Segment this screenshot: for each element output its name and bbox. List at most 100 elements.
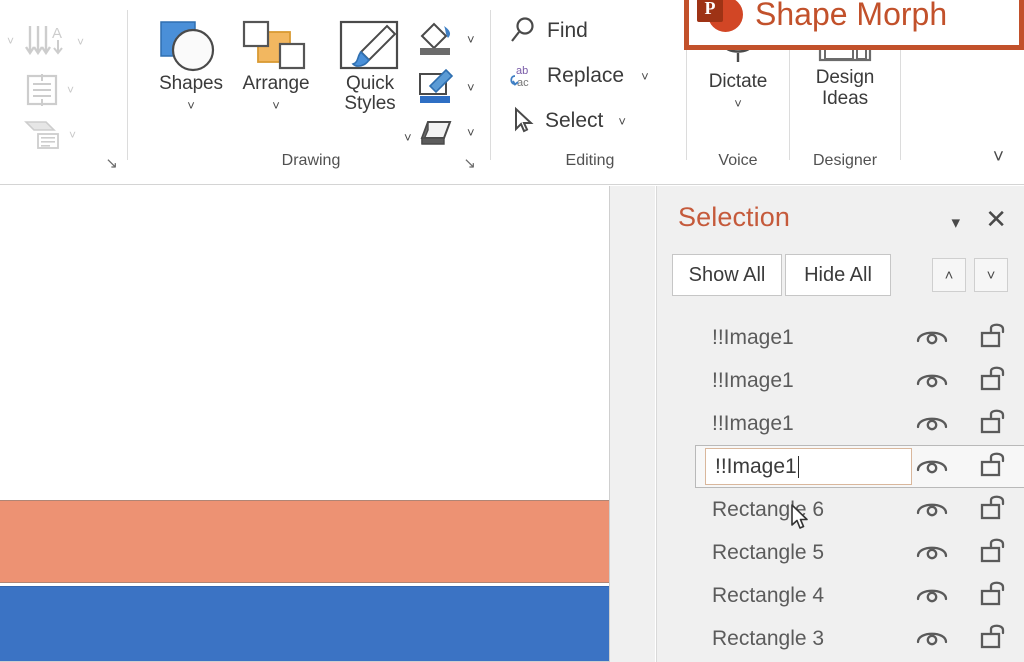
shape-effects-button[interactable]: ˅ — [418, 116, 475, 148]
selection-item-rename-input[interactable]: !!Image1 — [705, 448, 912, 485]
pane-options-caret-icon[interactable]: ▾ — [951, 213, 960, 233]
unlock-padlock-icon[interactable] — [979, 364, 1009, 392]
visibility-eye-icon[interactable] — [915, 324, 949, 346]
convert-to-smartart-icon — [24, 121, 59, 149]
toggle-lock-button[interactable] — [979, 579, 1009, 612]
search-icon — [511, 17, 534, 42]
toggle-lock-button[interactable] — [979, 493, 1009, 526]
visibility-eye-icon[interactable] — [915, 453, 949, 475]
selection-list-item[interactable]: !!Image1 — [657, 359, 1024, 402]
find-label: Find — [547, 19, 588, 42]
shape-outline-button[interactable]: ˅ — [416, 68, 475, 106]
slide-canvas[interactable] — [0, 186, 610, 662]
dictate-chevron-icon[interactable]: ˅ — [734, 97, 742, 110]
blue-rectangle-shape[interactable] — [0, 586, 609, 661]
quick-styles-chevron-icon[interactable]: ˅ — [404, 131, 412, 144]
selection-list-item[interactable]: !!Image1 — [657, 316, 1024, 359]
paragraph-dialog-launcher[interactable]: ↘ — [105, 156, 118, 171]
shape-outline-icon — [419, 68, 454, 103]
toggle-lock-button[interactable] — [979, 622, 1009, 655]
align-text-button[interactable]: ˅ — [24, 72, 74, 108]
toggle-lock-button[interactable] — [979, 364, 1009, 397]
move-down-button[interactable]: ˅ — [974, 258, 1008, 292]
text-direction-button[interactable]: A ˅ — [24, 22, 84, 62]
toggle-visibility-button[interactable] — [915, 582, 949, 609]
shape-fill-button[interactable]: ˅ — [416, 20, 475, 58]
toggle-visibility-button[interactable] — [915, 410, 949, 437]
unlock-padlock-icon[interactable] — [979, 493, 1009, 521]
toggle-visibility-button[interactable] — [915, 496, 949, 523]
selection-list-item[interactable]: Rectangle 3 — [657, 617, 1024, 660]
selection-list-item[interactable]: Rectangle 6 — [657, 488, 1024, 531]
visibility-eye-icon[interactable] — [915, 625, 949, 647]
arrange-label: Arrange — [242, 73, 310, 94]
editing-group: Find ab ac Replace ˅ Select ˅ Editing — [496, 6, 684, 178]
replace-button[interactable]: ab ac Replace ˅ — [508, 61, 649, 91]
replace-label: Replace — [547, 64, 625, 87]
hide-all-button[interactable]: Hide All — [785, 254, 891, 296]
shape-outline-chevron-icon[interactable]: ˅ — [467, 81, 475, 94]
shape-effects-chevron-icon[interactable]: ˅ — [467, 126, 475, 139]
design-ideas-label-line2: Ideas — [822, 87, 868, 109]
selection-list-item[interactable]: Rectangle 5 — [657, 531, 1024, 574]
bullets-button[interactable]: ˅ — [0, 28, 14, 54]
align-text-chevron-icon[interactable]: ˅ — [67, 84, 74, 96]
arrange-chevron-icon[interactable]: ˅ — [272, 99, 280, 112]
shape-fill-chevron-icon[interactable]: ˅ — [467, 33, 475, 46]
toggle-lock-button[interactable] — [979, 407, 1009, 440]
selection-list-item[interactable]: !!Image1 — [657, 445, 1024, 488]
toggle-visibility-button[interactable] — [915, 539, 949, 566]
replace-chevron-icon[interactable]: ˅ — [641, 70, 649, 83]
design-ideas-label-line1: Design — [815, 67, 875, 88]
text-direction-icon: A — [25, 25, 63, 56]
convert-to-smartart-chevron-icon[interactable]: ˅ — [69, 129, 76, 141]
arrange-button[interactable]: Arrange ˅ — [228, 18, 324, 112]
selection-list-item[interactable]: !!Image1 — [657, 402, 1024, 445]
shapes-button[interactable]: Shapes ˅ — [146, 18, 236, 112]
convert-to-smartart-button[interactable]: ˅ — [24, 118, 76, 152]
toggle-visibility-button[interactable] — [915, 453, 949, 480]
toggle-lock-button[interactable] — [979, 321, 1009, 354]
find-button[interactable]: Find — [508, 16, 588, 46]
drawing-dialog-launcher[interactable]: ↘ — [463, 156, 476, 171]
select-button[interactable]: Select ˅ — [510, 106, 626, 136]
unlock-padlock-icon[interactable] — [979, 407, 1009, 435]
selection-item-label: !!Image1 — [712, 325, 794, 349]
visibility-eye-icon[interactable] — [915, 539, 949, 561]
group-separator — [127, 10, 128, 160]
move-up-button[interactable]: ˄ — [932, 258, 966, 292]
unlock-padlock-icon[interactable] — [979, 622, 1009, 650]
shapes-icon — [160, 21, 215, 72]
unlock-padlock-icon[interactable] — [979, 450, 1009, 478]
shape-fill-icon — [420, 22, 451, 55]
quick-styles-icon — [339, 20, 399, 70]
unlock-padlock-icon[interactable] — [979, 321, 1009, 349]
orange-rectangle-shape[interactable] — [0, 500, 609, 583]
banner-title: Shape Morph — [755, 0, 948, 32]
toggle-visibility-button[interactable] — [915, 625, 949, 652]
quick-styles-label: Quick Styles — [344, 73, 396, 114]
visibility-eye-icon[interactable] — [915, 582, 949, 604]
unlock-padlock-icon[interactable] — [979, 579, 1009, 607]
show-all-button[interactable]: Show All — [672, 254, 782, 296]
toggle-visibility-button[interactable] — [915, 324, 949, 351]
selection-list-item[interactable]: Rectangle 4 — [657, 574, 1024, 617]
toggle-lock-button[interactable] — [979, 536, 1009, 569]
bullets-chevron-icon[interactable]: ˅ — [7, 35, 14, 47]
selection-item-label: Rectangle 6 — [712, 497, 825, 521]
quick-styles-button[interactable]: Quick Styles — [324, 18, 416, 114]
visibility-eye-icon[interactable] — [915, 410, 949, 432]
collapse-ribbon-chevron-icon[interactable]: ˅ — [993, 148, 1004, 167]
designer-group-label: Designer — [812, 152, 878, 169]
toggle-visibility-button[interactable] — [915, 367, 949, 394]
toggle-lock-button[interactable] — [979, 450, 1009, 483]
text-caret — [797, 455, 800, 478]
close-icon[interactable]: ✕ — [985, 204, 1007, 235]
shapes-chevron-icon[interactable]: ˅ — [187, 99, 195, 112]
unlock-padlock-icon[interactable] — [979, 536, 1009, 564]
visibility-eye-icon[interactable] — [915, 367, 949, 389]
text-direction-chevron-icon[interactable]: ˅ — [77, 36, 84, 48]
selection-item-label: !!Image1 — [712, 411, 794, 435]
select-chevron-icon[interactable]: ˅ — [618, 115, 626, 128]
visibility-eye-icon[interactable] — [915, 496, 949, 518]
